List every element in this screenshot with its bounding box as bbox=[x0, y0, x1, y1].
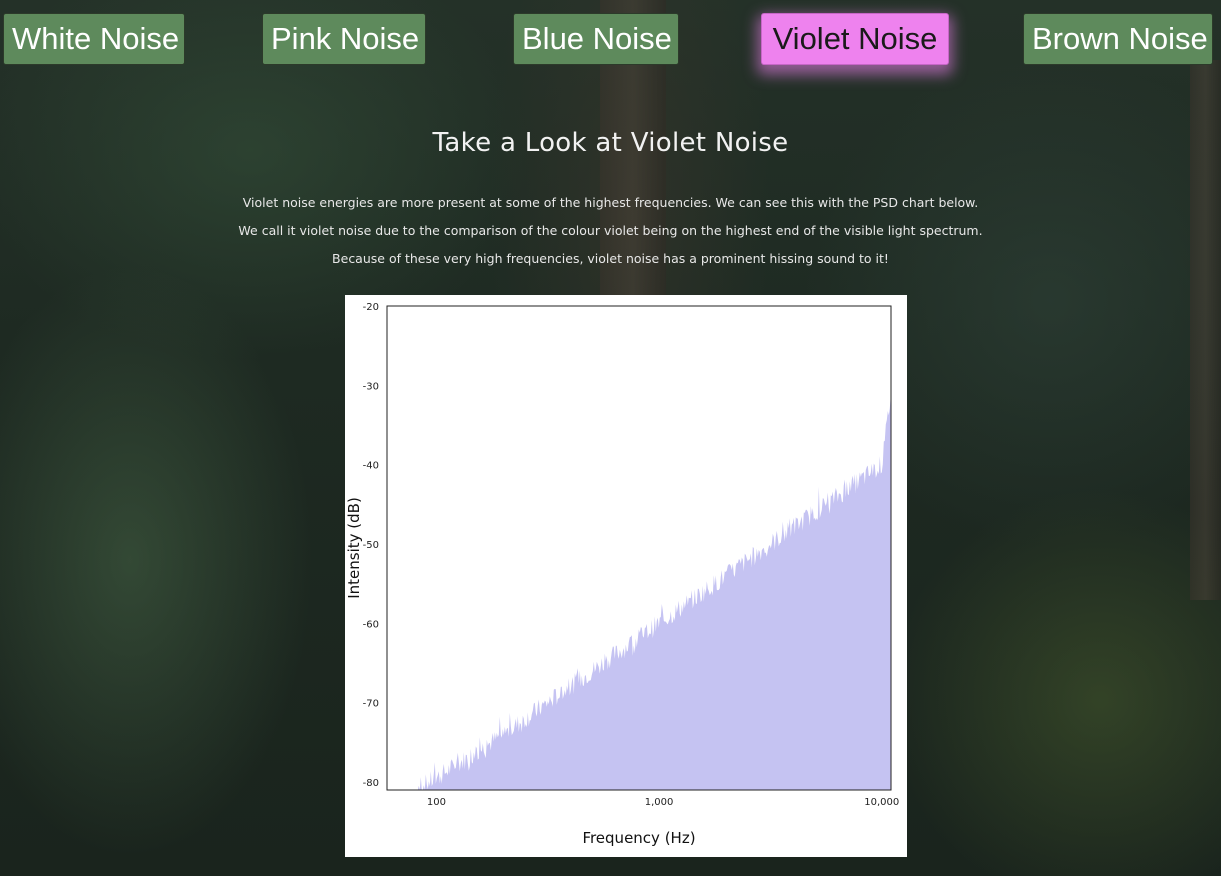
y-axis-label: Intensity (dB) bbox=[345, 497, 363, 599]
y-tick-label: -60 bbox=[363, 619, 379, 630]
nav-button-brown-noise[interactable]: Brown Noise bbox=[1023, 13, 1213, 65]
x-axis-label: Frequency (Hz) bbox=[582, 829, 695, 847]
x-tick-label: 1,000 bbox=[645, 797, 674, 808]
description-line-1: Violet noise energies are more present a… bbox=[242, 195, 979, 210]
description-line-3: Because of these very high frequencies, … bbox=[332, 251, 889, 266]
psd-chart: -20 -30 -40 -50 -60 -70 -80 100 1,000 10,000 Frequ… bbox=[345, 295, 907, 857]
nav-button-white-noise[interactable]: White Noise bbox=[3, 13, 185, 65]
y-tick-label: -40 bbox=[363, 461, 379, 472]
nav-button-blue-noise[interactable]: Blue Noise bbox=[513, 13, 679, 65]
x-tick-label: 100 bbox=[427, 797, 446, 808]
x-tick-label: 10,000 bbox=[864, 797, 899, 808]
psd-area bbox=[414, 395, 891, 790]
y-tick-label: -80 bbox=[363, 778, 379, 789]
nav-button-violet-noise[interactable]: Violet Noise bbox=[761, 13, 949, 65]
description-line-2: We call it violet noise due to the compa… bbox=[238, 223, 983, 238]
y-tick-label: -50 bbox=[363, 540, 379, 551]
nav-button-pink-noise[interactable]: Pink Noise bbox=[262, 13, 426, 65]
y-tick-label: -30 bbox=[363, 381, 379, 392]
page-title: Take a Look at Violet Noise bbox=[432, 128, 789, 158]
psd-chart-svg: -20 -30 -40 -50 -60 -70 -80 100 1,000 10,000 Frequ… bbox=[345, 302, 899, 847]
y-tick-label: -20 bbox=[363, 302, 379, 313]
y-tick-label: -70 bbox=[363, 699, 379, 710]
